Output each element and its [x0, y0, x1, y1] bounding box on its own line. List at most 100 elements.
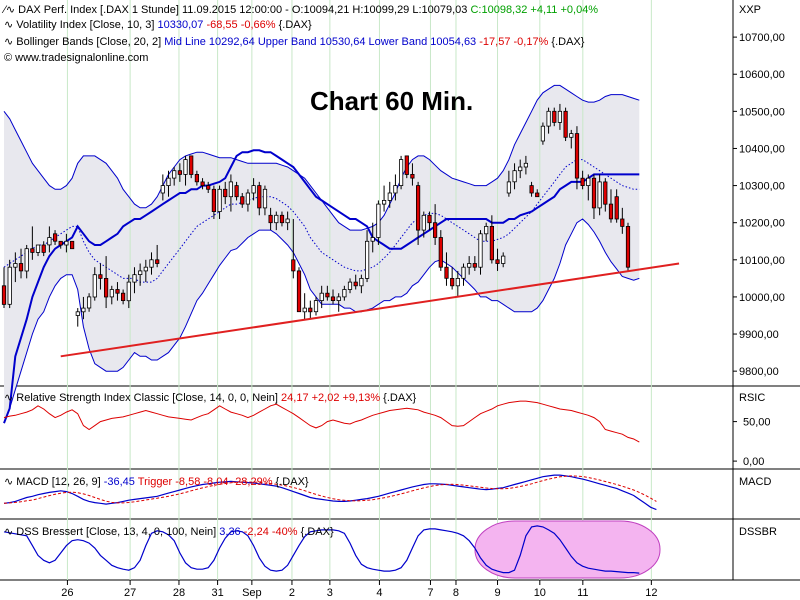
- candle-body: [1, 285, 7, 305]
- price-tick-label: 9900,00: [739, 329, 779, 341]
- rsi-header: ∿ Relative Strength Index Classic [Close…: [4, 392, 417, 404]
- price-tick-label: 10100,00: [739, 255, 785, 267]
- candle-body: [336, 296, 341, 301]
- candle-body: [620, 218, 625, 227]
- dax-chart: 9800,00 9900,00 10000,00 10100,00 10200,00 10…: [0, 0, 800, 600]
- candle-body: [143, 266, 148, 272]
- candle-body: [546, 110, 551, 127]
- candle-body: [450, 277, 455, 287]
- candle-body: [183, 159, 188, 175]
- candle-body: [325, 292, 330, 298]
- website-credit: © www.tradesignalonline.com: [4, 52, 148, 64]
- macd-panel-label: MACD: [739, 476, 771, 488]
- candle-body: [240, 196, 245, 205]
- date-tick-label: 2: [289, 587, 295, 599]
- candle-body: [70, 240, 75, 250]
- candle-body: [172, 170, 177, 179]
- date-tick-label: Sep: [242, 587, 262, 599]
- candle-body: [552, 110, 557, 123]
- candle-body: [262, 188, 268, 209]
- candle-body: [138, 270, 143, 275]
- candle-body: [177, 170, 182, 175]
- date-tick-label: 28: [173, 587, 185, 599]
- candle-body: [427, 214, 432, 224]
- candle-body: [115, 289, 120, 294]
- candle-body: [206, 185, 211, 190]
- candle-body: [614, 196, 619, 220]
- candle-body: [109, 289, 114, 298]
- dss-header: ∿ DSS Bressert [Close, 13, 4, 0, 100, Ne…: [4, 526, 334, 538]
- candle-body: [432, 222, 438, 238]
- candle-body: [296, 270, 302, 313]
- candle-body: [444, 266, 449, 279]
- candle-body: [223, 188, 228, 198]
- candle-body: [342, 289, 347, 298]
- candle-body: [58, 240, 63, 246]
- candle-body: [535, 192, 540, 198]
- candle-body: [489, 225, 495, 261]
- candle-body: [18, 263, 24, 272]
- candle-body: [257, 185, 262, 209]
- rsi-tick-label: 0,00: [743, 456, 764, 468]
- candle-body: [194, 173, 199, 183]
- candle-body: [586, 177, 591, 186]
- candle-body: [234, 185, 239, 198]
- candle-body: [104, 277, 109, 298]
- candle-body: [132, 274, 137, 283]
- rsi-panel-label: RSIC: [739, 392, 765, 404]
- price-tick-label: 10000,00: [739, 292, 785, 304]
- candle-body: [495, 259, 500, 264]
- candle-body: [149, 259, 154, 268]
- candle-body: [557, 110, 563, 123]
- candle-body: [251, 185, 256, 194]
- candle-body: [415, 185, 421, 231]
- header-line-3: ∿ Bollinger Bands [Close, 20, 2] Mid Lin…: [4, 36, 585, 48]
- candle-body: [574, 133, 580, 179]
- candle-body: [461, 266, 466, 279]
- candle-body: [467, 263, 472, 268]
- candle-body: [313, 300, 319, 313]
- macd-header: ∿ MACD [12, 26, 9] -36,45 Trigger -8,58 …: [4, 476, 309, 488]
- dss-highlight-ellipse: [474, 520, 661, 579]
- date-tick-label: 31: [211, 587, 223, 599]
- date-tick-label: 4: [376, 587, 382, 599]
- chart-annotation-title: Chart 60 Min.: [310, 86, 473, 116]
- candle-body: [285, 218, 290, 224]
- candle-body: [30, 248, 35, 253]
- candle-body: [580, 177, 585, 186]
- candle-body: [330, 296, 336, 301]
- candle-body: [121, 292, 126, 302]
- candle-body: [523, 162, 529, 168]
- candle-body: [478, 233, 483, 268]
- candle-body: [228, 181, 233, 198]
- candle-body: [381, 199, 387, 205]
- candle-body: [376, 203, 381, 238]
- date-tick-label: 11: [577, 587, 588, 599]
- candle-body: [398, 159, 404, 187]
- date-tick-label: 10: [534, 587, 546, 599]
- candle-body: [506, 181, 512, 194]
- date-tick-label: 9: [494, 587, 500, 599]
- candle-body: [41, 244, 46, 253]
- candle-body: [308, 307, 313, 313]
- candle-body: [347, 281, 353, 290]
- date-tick-label: 27: [124, 587, 136, 599]
- price-panel-label: XXP: [739, 4, 761, 16]
- date-tick-label: 8: [453, 587, 459, 599]
- date-tick-label: 26: [61, 587, 73, 599]
- candle-body: [7, 266, 12, 305]
- candle-body: [81, 307, 86, 313]
- candle-body: [597, 181, 602, 209]
- candle-body: [53, 233, 58, 242]
- date-tick-label: 7: [427, 587, 433, 599]
- header-line-2: ∿ Volatility Index [Close, 10, 3] 10330,…: [4, 19, 312, 31]
- candle-body: [501, 255, 506, 264]
- candle-body: [421, 214, 426, 231]
- price-tick-label: 9800,00: [739, 366, 779, 378]
- candle-body: [404, 155, 409, 175]
- candle-body: [64, 240, 69, 246]
- candle-body: [13, 263, 18, 268]
- price-tick-label: 10200,00: [739, 218, 785, 230]
- candle-body: [291, 259, 296, 272]
- candle-body: [512, 170, 517, 183]
